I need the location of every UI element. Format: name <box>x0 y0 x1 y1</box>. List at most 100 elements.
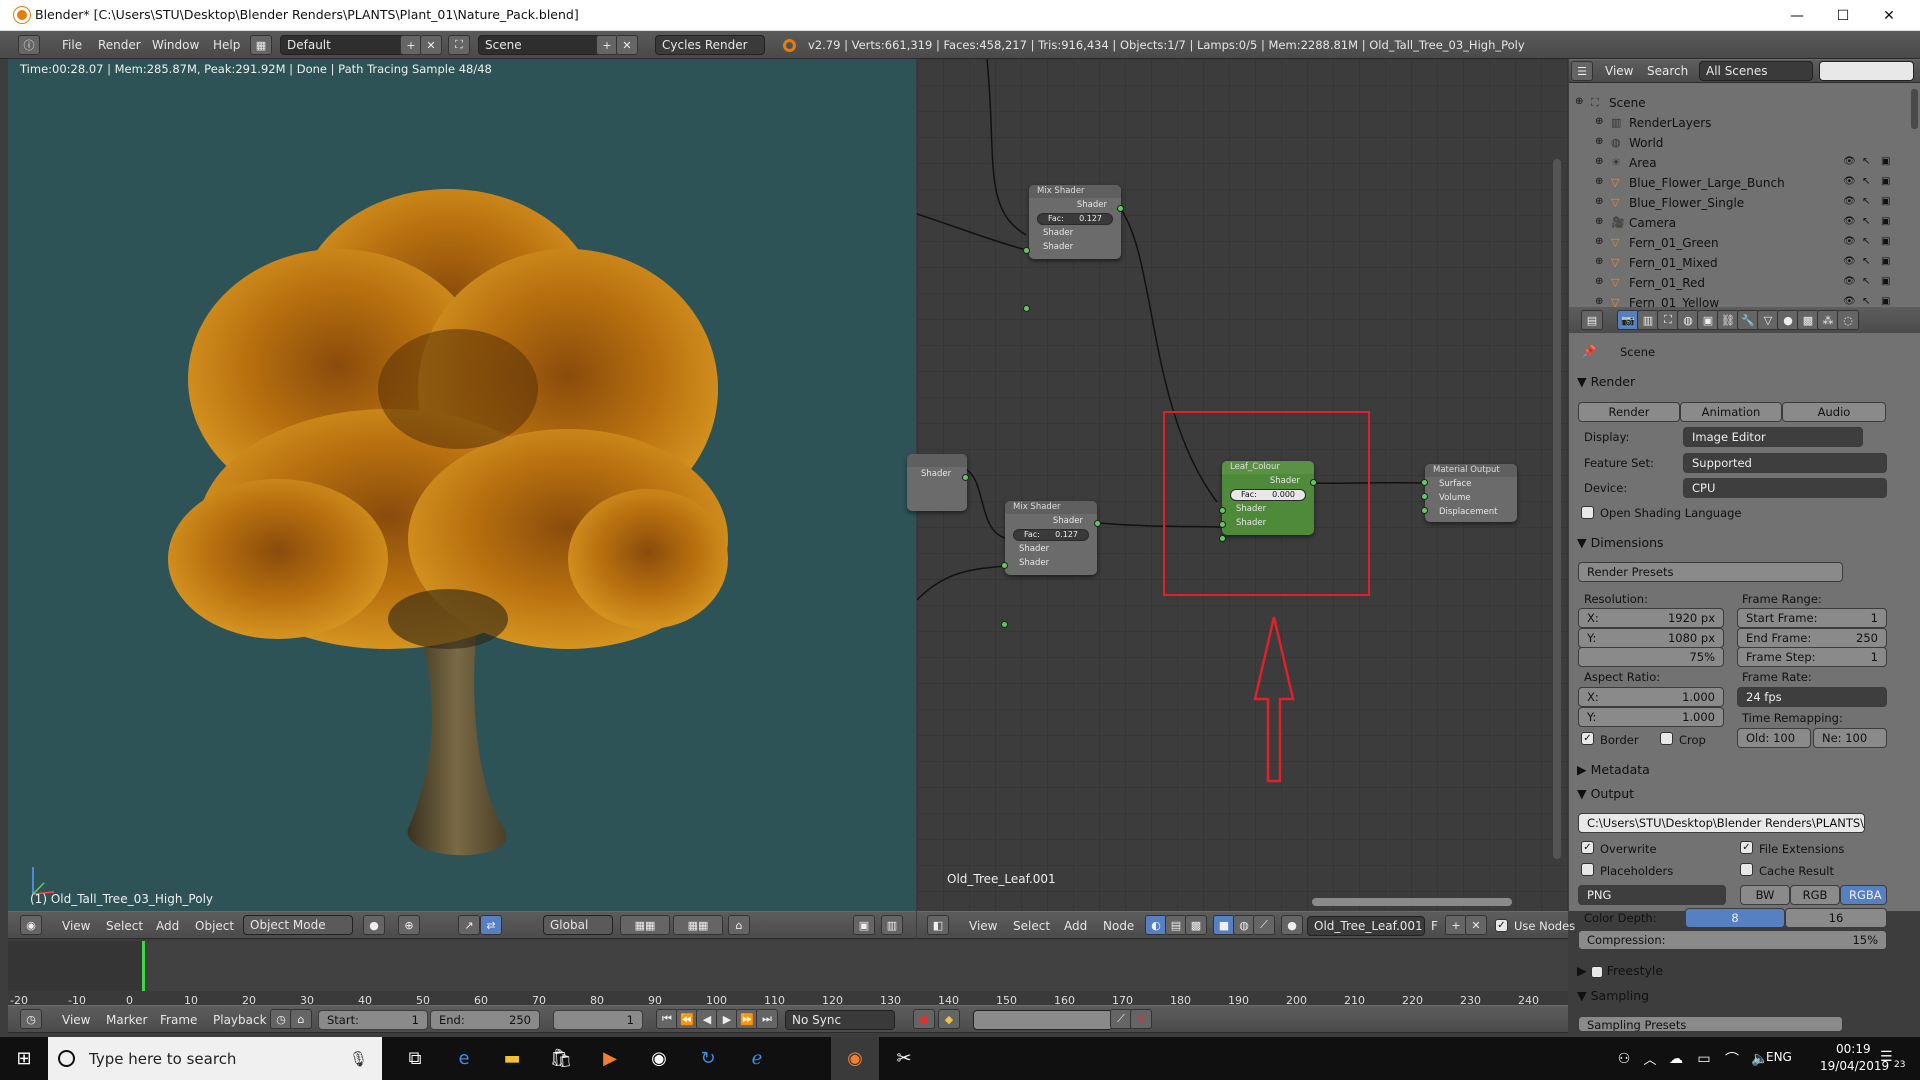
texture-nodes-icon[interactable]: ▤ <box>1165 915 1187 935</box>
render-button[interactable]: Render <box>1578 402 1680 422</box>
timeline-frame-menu[interactable]: Frame <box>160 1013 197 1027</box>
pivot-icon[interactable]: ⊕ <box>398 915 420 935</box>
jump-start-icon[interactable]: ⏮ <box>656 1009 678 1029</box>
expand-icon[interactable]: ⊕ <box>1595 276 1603 287</box>
manipulator-icon[interactable]: ↗ <box>458 915 480 935</box>
feature-set-selector[interactable]: Supported <box>1683 453 1887 473</box>
metadata-panel-header[interactable]: ▶ Metadata <box>1577 762 1887 777</box>
material-selector[interactable]: Old_Tree_Leaf.001 <box>1307 916 1425 936</box>
socket[interactable] <box>1117 205 1124 212</box>
chrome-icon[interactable]: ◉ <box>635 1037 683 1080</box>
cursor-icon[interactable]: ↖ <box>1862 256 1870 267</box>
outliner-item[interactable]: ⊕ ◍ World <box>1569 134 1914 154</box>
render-icon[interactable]: ▣ <box>1881 176 1890 187</box>
border-checkbox[interactable]: ✓ <box>1581 732 1594 745</box>
node-editor[interactable]: Mix Shader Shader Fac: 0.127 Shader Shade… <box>907 59 1568 911</box>
sampling-presets-selector[interactable]: Sampling Presets <box>1578 1016 1843 1032</box>
depth-8-button[interactable]: 8 <box>1685 908 1785 928</box>
placeholders-checkbox[interactable] <box>1581 863 1594 876</box>
cursor-icon[interactable]: ↖ <box>1862 276 1870 287</box>
outliner-item[interactable]: ⊕ ▽ Fern_01_Mixed 👁 ↖ ▣ <box>1569 254 1914 274</box>
render-icon[interactable]: ▣ <box>1881 196 1890 207</box>
render-preview-icon[interactable]: ▣ <box>853 915 875 935</box>
renderlayers-tab-icon[interactable]: ▥ <box>1637 310 1659 330</box>
insert-keyframe-icon[interactable]: ⟋ <box>1110 1009 1132 1029</box>
current-frame-indicator[interactable] <box>142 941 145 991</box>
dimensions-panel-header[interactable]: ▼ Dimensions <box>1577 535 1887 550</box>
timeline-playback-menu[interactable]: Playback <box>213 1013 267 1027</box>
socket[interactable] <box>1421 493 1428 500</box>
display-selector[interactable]: Image Editor <box>1683 427 1863 447</box>
node-select-menu[interactable]: Select <box>1013 919 1050 933</box>
start-frame-field[interactable]: Start Frame: 1 <box>1737 608 1887 628</box>
sampling-panel-header[interactable]: ▼ Sampling <box>1577 988 1887 1003</box>
modifiers-tab-icon[interactable]: 🔧 <box>1737 310 1759 330</box>
object-shader-icon[interactable]: ■ <box>1213 915 1235 935</box>
jump-next-key-icon[interactable]: ⏩ <box>736 1009 758 1029</box>
eye-icon[interactable]: 👁 <box>1843 236 1856 247</box>
linestyle-icon[interactable]: ⟋ <box>1253 915 1275 935</box>
socket[interactable] <box>962 474 969 481</box>
scene-selector[interactable]: Scene <box>478 35 606 55</box>
cursor-icon[interactable]: ↖ <box>1862 236 1870 247</box>
render-icon[interactable]: ▣ <box>1881 216 1890 227</box>
new-material-icon[interactable]: + <box>1445 915 1467 935</box>
render-icon[interactable]: ▣ <box>1881 256 1890 267</box>
keying-set-field[interactable] <box>973 1010 1113 1030</box>
render-icon[interactable]: ▣ <box>1881 296 1890 307</box>
remove-layout-icon[interactable]: ✕ <box>420 35 442 55</box>
timeline-view-menu[interactable]: View <box>62 1013 90 1027</box>
opengl-render-icon[interactable]: ▥ <box>881 915 903 935</box>
menu-window[interactable]: Window <box>152 38 199 52</box>
microphone-icon[interactable]: 🎙 <box>349 1050 368 1068</box>
expand-icon[interactable]: ⊕ <box>1575 96 1583 107</box>
layout-selector[interactable]: Default <box>280 35 408 55</box>
freestyle-panel-header[interactable]: ▶ Freestyle <box>1577 963 1887 978</box>
jump-end-icon[interactable]: ⏭ <box>756 1009 778 1029</box>
eye-icon[interactable]: 👁 <box>1843 296 1856 307</box>
eye-icon[interactable]: 👁 <box>1843 196 1856 207</box>
expand-icon[interactable]: ⊕ <box>1595 116 1603 127</box>
play-icon[interactable]: ▶ <box>716 1009 738 1029</box>
timeline-marker-menu[interactable]: Marker <box>106 1013 147 1027</box>
freestyle-checkbox[interactable] <box>1590 965 1603 978</box>
battery-icon[interactable]: ▭ <box>1690 1037 1718 1080</box>
audio-button[interactable]: Audio <box>1782 402 1886 422</box>
fake-user-button[interactable]: F <box>1431 919 1438 933</box>
remove-scene-icon[interactable]: ✕ <box>616 35 638 55</box>
cache-result-checkbox[interactable] <box>1740 863 1753 876</box>
node-view-menu[interactable]: View <box>969 919 997 933</box>
cursor-icon[interactable]: ↖ <box>1862 156 1870 167</box>
ie-icon[interactable]: ℯ <box>733 1037 781 1080</box>
eye-icon[interactable]: 👁 <box>1843 276 1856 287</box>
node-editor-vscrollbar[interactable] <box>1553 159 1561 859</box>
physics-tab-icon[interactable]: ◌ <box>1837 310 1859 330</box>
remap-new-field[interactable]: Ne: 100 <box>1813 728 1887 748</box>
minimize-button[interactable]: — <box>1774 0 1820 31</box>
current-frame-field[interactable]: 1 <box>553 1010 643 1030</box>
outliner-item[interactable]: ⊕ ▥ RenderLayers <box>1569 114 1914 134</box>
res-x-field[interactable]: X: 1920 px <box>1578 608 1724 628</box>
partial-shader-node[interactable]: Shader <box>907 454 967 511</box>
material-output-node[interactable]: Material Output Surface Volume Displacem… <box>1425 464 1517 522</box>
preview-range-icon[interactable]: ◷ <box>270 1009 292 1029</box>
node-editor-scrollbar[interactable] <box>1312 898 1512 906</box>
rgb-button[interactable]: RGB <box>1790 885 1840 905</box>
socket[interactable] <box>1001 562 1008 569</box>
material-icon[interactable]: ● <box>1281 915 1303 935</box>
render-icon[interactable]: ▣ <box>1881 276 1890 287</box>
record-icon[interactable]: ● <box>913 1009 935 1029</box>
compositor-icon[interactable]: ▩ <box>1185 915 1207 935</box>
outliner-item[interactable]: ⊕ ▽ Fern_01_Red 👁 ↖ ▣ <box>1569 274 1914 294</box>
outliner-item[interactable]: ⊕ 🎥 Camera 👁 ↖ ▣ <box>1569 214 1914 234</box>
shading-icon[interactable]: ● <box>363 915 385 935</box>
taskbar-search-box[interactable]: Type here to search 🎙 <box>48 1037 382 1080</box>
outliner-type-icon[interactable]: ☰ <box>1571 61 1593 81</box>
expand-icon[interactable]: ⊕ <box>1595 256 1603 267</box>
timeline-type-icon[interactable]: ◷ <box>20 1009 42 1029</box>
world-shader-icon[interactable]: ◍ <box>1233 915 1255 935</box>
scene-icon[interactable]: ⛶ <box>448 35 470 55</box>
properties-type-icon[interactable]: ▤ <box>1581 310 1603 330</box>
viewport-view-menu[interactable]: View <box>62 919 90 933</box>
aspect-x-field[interactable]: X: 1.000 <box>1578 687 1724 707</box>
